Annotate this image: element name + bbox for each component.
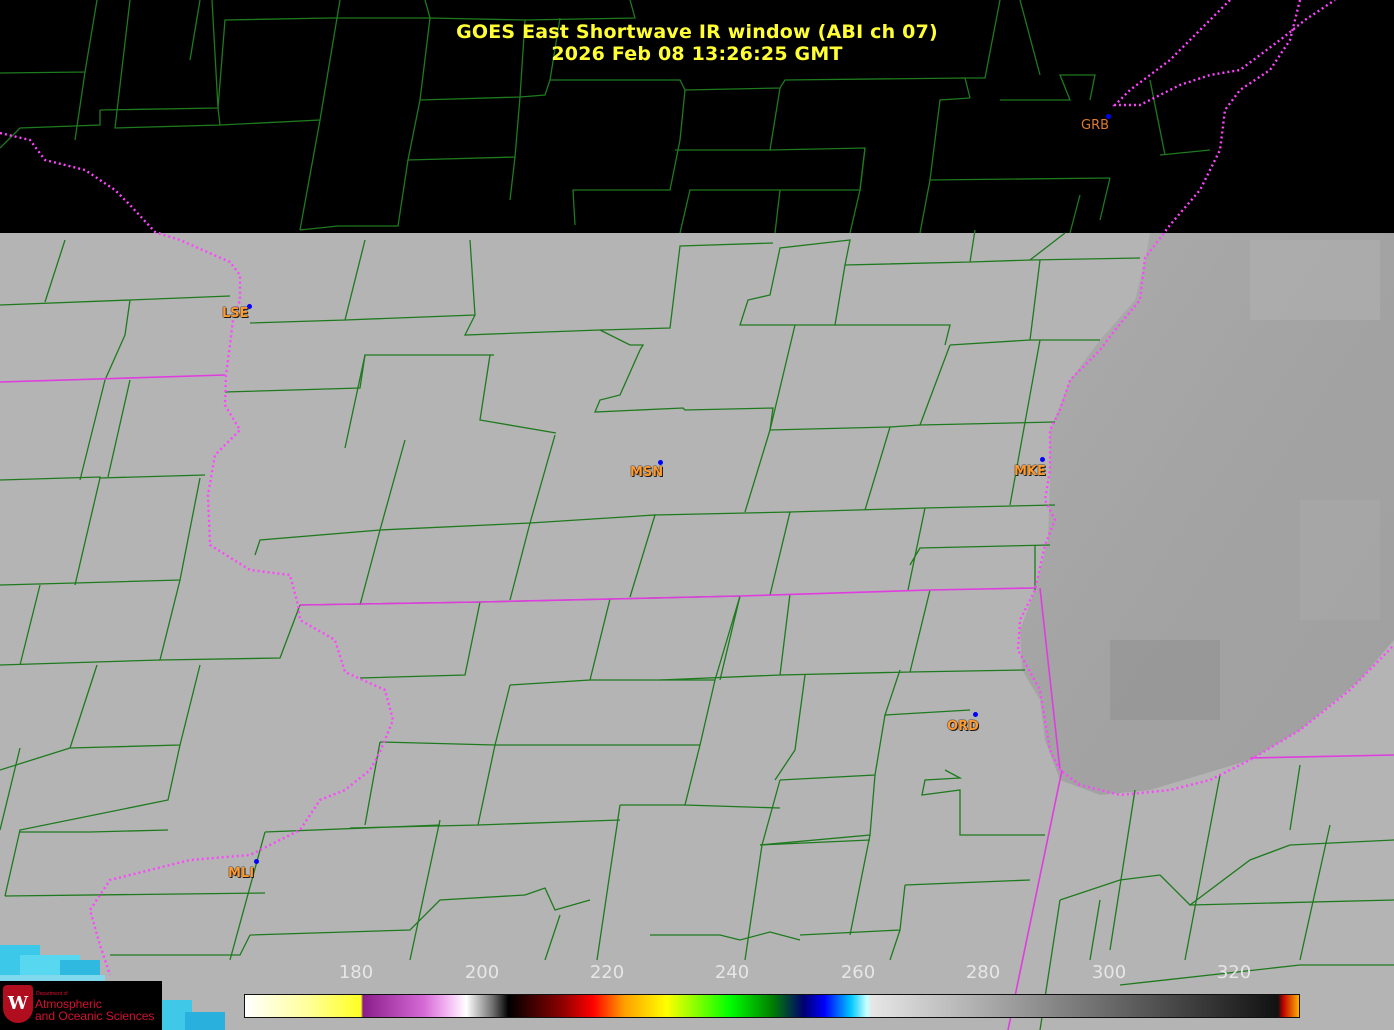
- map-timestamp: 2026 Feb 08 13:26:25 GMT: [551, 43, 843, 65]
- mke-station-dot: [1040, 457, 1045, 462]
- colorbar-tick-180: 180: [338, 962, 374, 983]
- colorbar-gradient: [245, 995, 1299, 1017]
- map-canvas: [0, 0, 1394, 1030]
- colorbar-tick-200: 200: [464, 962, 500, 983]
- ord-station-dot: [973, 712, 978, 717]
- colorbar-tick-240: 240: [714, 962, 750, 983]
- city-label-mke: MKE: [1014, 464, 1046, 479]
- uw-seal-icon: W: [3, 985, 33, 1023]
- colorbar-tick-300: 300: [1091, 962, 1127, 983]
- city-label-lse: LSE: [222, 306, 249, 321]
- colorbar-tick-320: 320: [1216, 962, 1252, 983]
- colorbar: [244, 994, 1300, 1018]
- city-label-grb: GRB: [1081, 118, 1110, 133]
- colorbar-tick-220: 220: [589, 962, 625, 983]
- logo-name-line2: and Oceanic Sciences: [35, 1009, 155, 1023]
- city-label-mli: MLI: [228, 866, 255, 881]
- map-title: GOES East Shortwave IR window (ABI ch 07…: [456, 21, 938, 43]
- city-label-ord: ORD: [947, 719, 979, 734]
- satellite-map: GOES East Shortwave IR window (ABI ch 07…: [0, 0, 1394, 1030]
- colorbar-tick-280: 280: [965, 962, 1001, 983]
- mli-station-dot: [254, 859, 259, 864]
- aos-logo: W Department of Atmospheric and Oceanic …: [0, 981, 162, 1030]
- city-label-msn: MSN: [630, 465, 664, 480]
- colorbar-tick-260: 260: [840, 962, 876, 983]
